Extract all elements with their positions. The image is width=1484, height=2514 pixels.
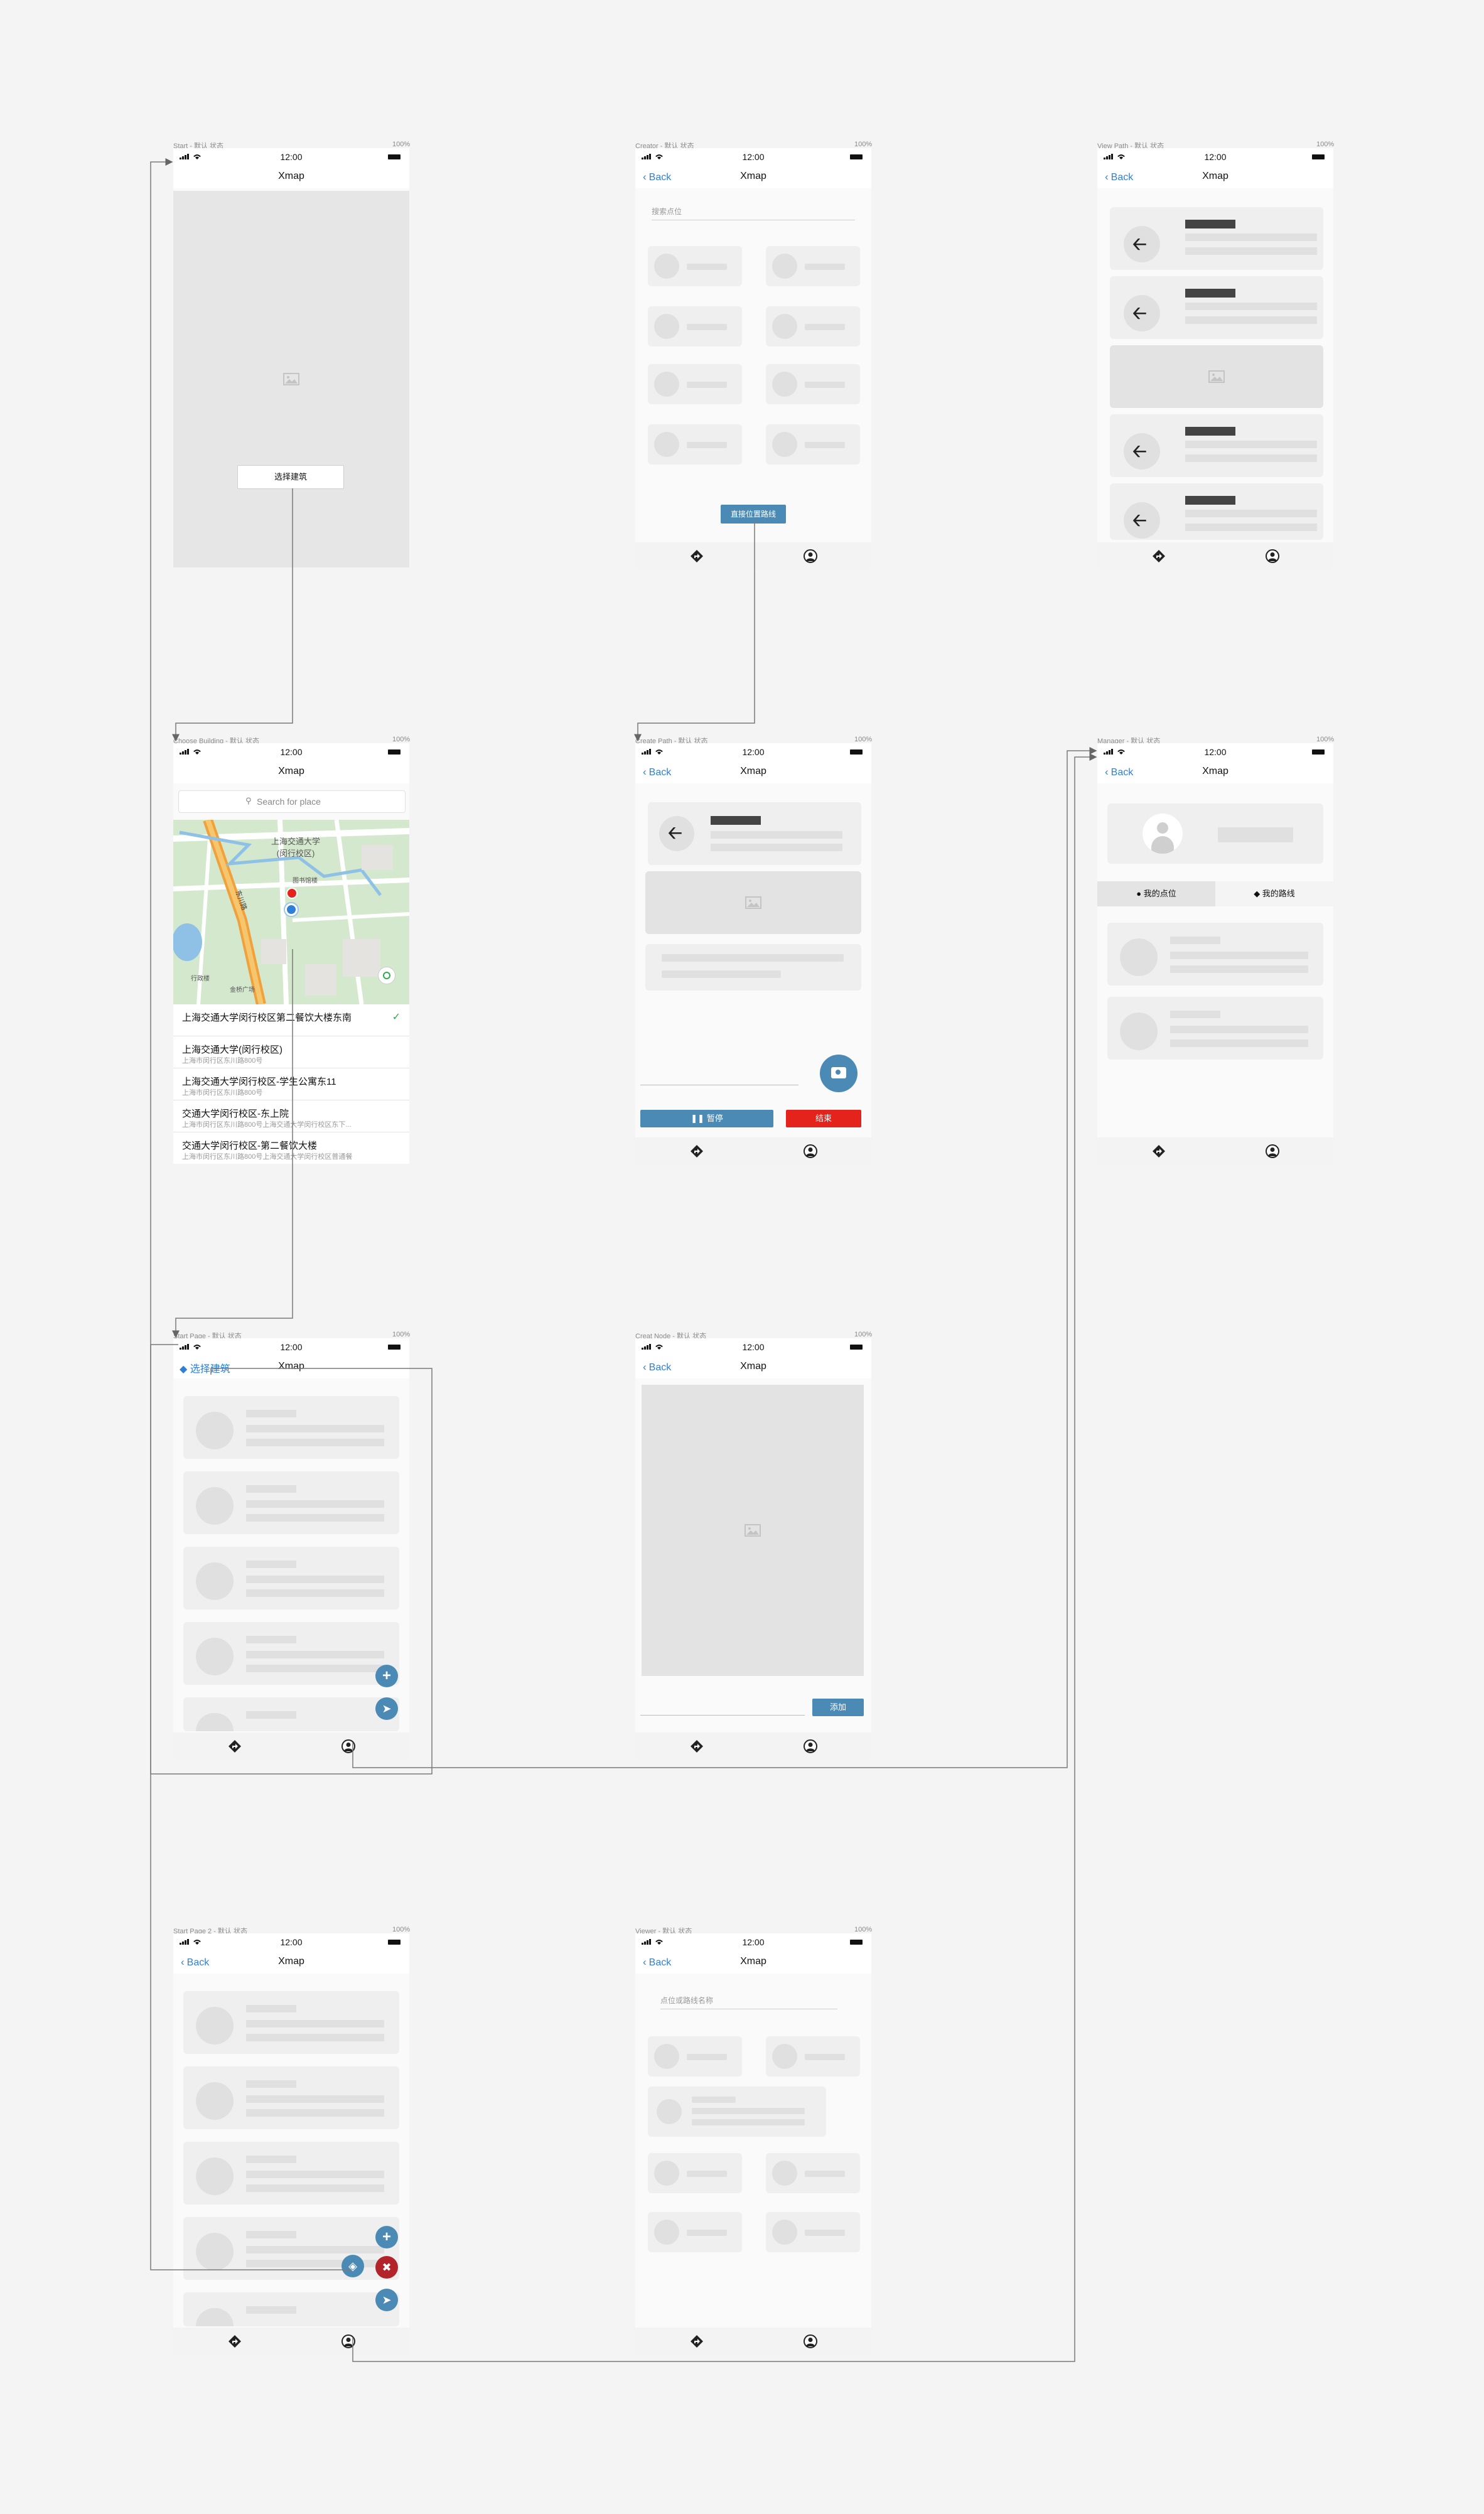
- connector-start-page-frame: [150, 1345, 433, 1775]
- connector-choose-building-to-start-page: [172, 949, 293, 1338]
- connector-start-page2-to-start: [150, 158, 352, 2270]
- connector-start-to-choose-building: [172, 488, 293, 742]
- flow-connectors: [150, 158, 1097, 2362]
- connector-creator-to-create-path: [634, 521, 755, 742]
- connector-start-page2-to-manager: [352, 753, 1097, 2362]
- connector-start-page-to-manager: [352, 747, 1097, 1768]
